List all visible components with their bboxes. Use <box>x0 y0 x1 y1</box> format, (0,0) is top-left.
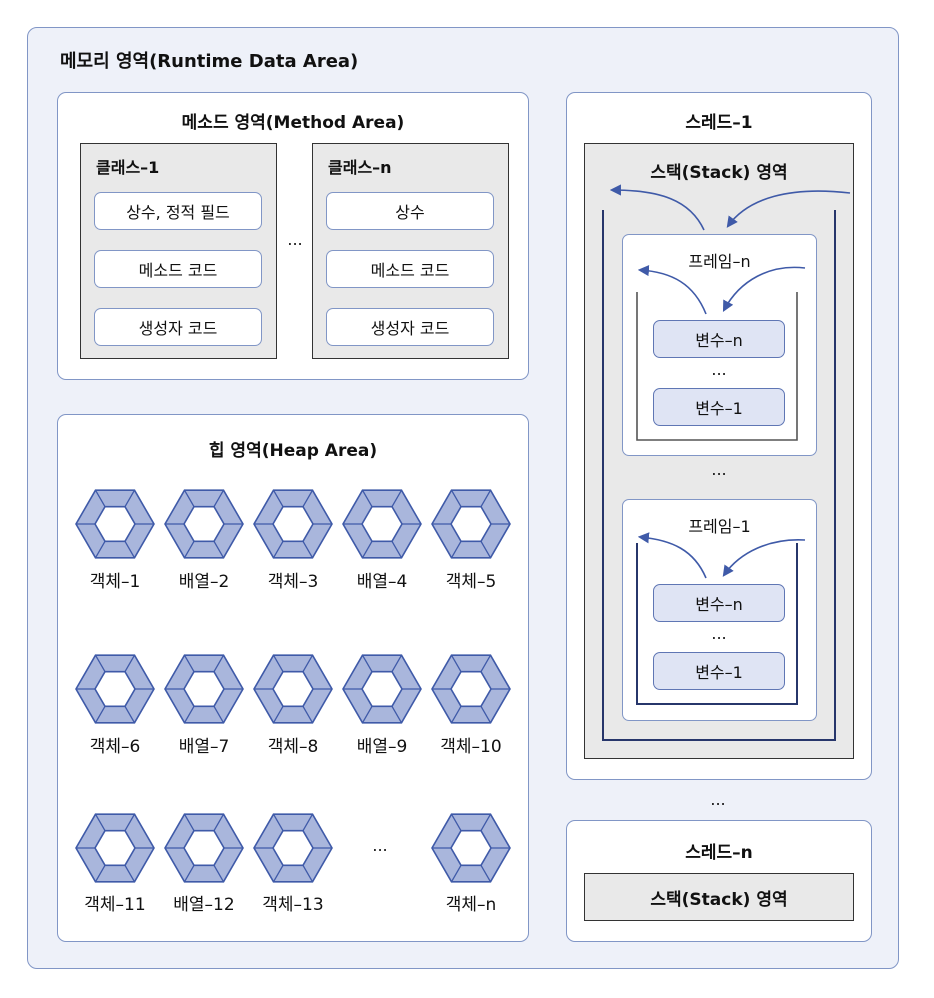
thread-n-stack-area: 스택(Stack) 영역 <box>584 873 854 921</box>
stack-push-arrow <box>726 190 851 228</box>
frame-n-pop-arrow <box>637 264 707 315</box>
threads-ellipsis: ... <box>710 790 726 809</box>
frame-n-push-arrow <box>722 266 806 312</box>
frame-n-bracket <box>636 292 798 441</box>
frame-1-pop-arrow <box>637 532 707 579</box>
frame-1-bracket <box>636 543 798 705</box>
frame-1-push-arrow <box>722 539 806 577</box>
thread-n-title: 스레드–n <box>685 843 753 863</box>
stack-pop-arrow <box>609 184 705 231</box>
